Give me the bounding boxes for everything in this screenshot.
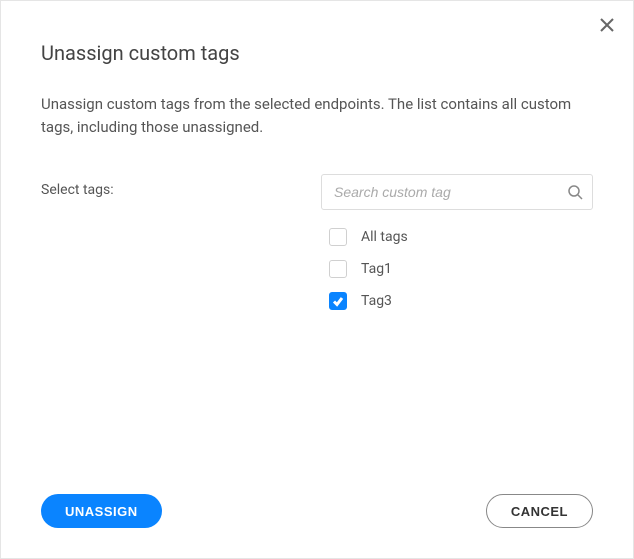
checkbox-unchecked[interactable]: [329, 260, 347, 278]
checkbox-unchecked[interactable]: [329, 228, 347, 246]
checkmark-icon: [332, 295, 344, 307]
tag-item-tag3[interactable]: Tag3: [329, 292, 593, 310]
content-row: Select tags: All tags Tag1: [41, 174, 593, 310]
cancel-button[interactable]: CANCEL: [486, 494, 593, 528]
dialog-description: Unassign custom tags from the selected e…: [41, 93, 593, 138]
select-tags-label: Select tags:: [41, 174, 321, 198]
tag-item-all-tags[interactable]: All tags: [329, 228, 593, 246]
tags-column: All tags Tag1 Tag3: [321, 174, 593, 310]
tag-label: All tags: [361, 229, 408, 245]
tag-item-tag1[interactable]: Tag1: [329, 260, 593, 278]
search-input[interactable]: [321, 174, 593, 210]
search-box: [321, 174, 593, 210]
unassign-button[interactable]: UNASSIGN: [41, 494, 162, 528]
close-icon: [599, 17, 615, 33]
dialog-footer: UNASSIGN CANCEL: [41, 494, 593, 528]
dialog-title: Unassign custom tags: [41, 41, 593, 65]
tag-list: All tags Tag1 Tag3: [321, 228, 593, 310]
unassign-tags-dialog: Unassign custom tags Unassign custom tag…: [0, 0, 634, 559]
search-icon: [567, 184, 583, 200]
tag-label: Tag3: [361, 293, 392, 309]
checkbox-checked[interactable]: [329, 292, 347, 310]
tag-label: Tag1: [361, 261, 392, 277]
close-button[interactable]: [597, 15, 617, 35]
